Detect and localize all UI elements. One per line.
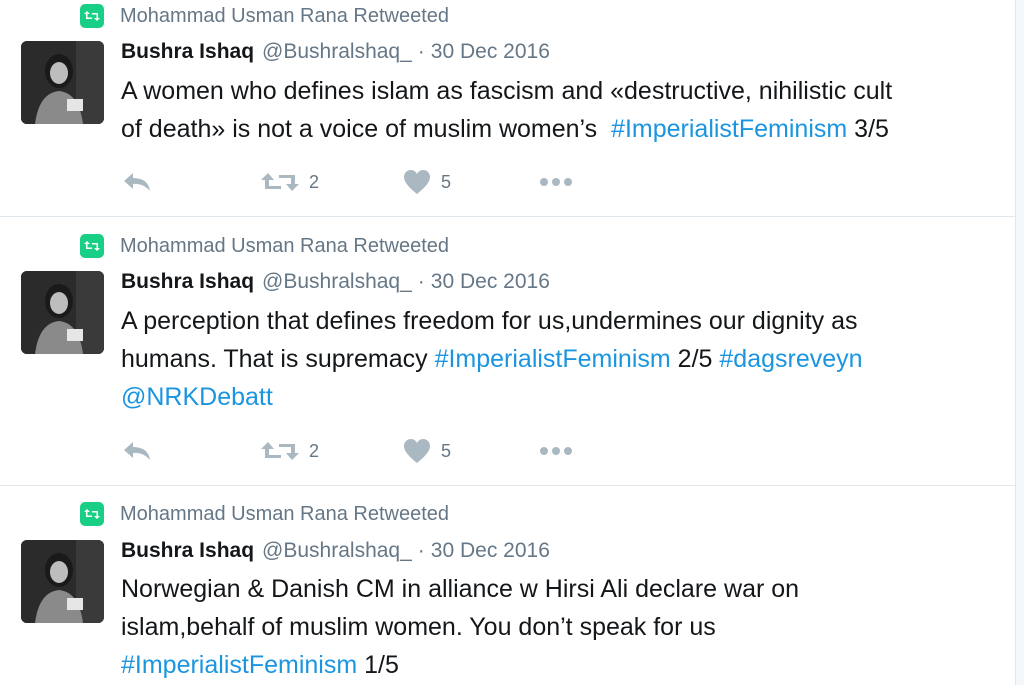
more-button[interactable] (539, 436, 573, 466)
tweet-text: A perception that defines freedom for us… (121, 302, 1001, 416)
divider (0, 216, 1015, 217)
tweet-text: A women who defines islam as fascism and… (121, 72, 1001, 148)
retweet-context: Mohammad Usman Rana Retweeted (80, 3, 449, 29)
author-name[interactable]: Bushra Ishaq (121, 270, 254, 294)
author-name[interactable]: Bushra Ishaq (121, 40, 254, 64)
more-button[interactable] (539, 167, 573, 197)
reply-button[interactable] (121, 167, 153, 197)
retweet-icon (261, 442, 299, 460)
retweet-badge-icon (80, 234, 104, 258)
like-count: 5 (441, 171, 452, 192)
reply-icon (124, 173, 150, 191)
tweet-text-line: islam,behalf of muslim women. You don’t … (121, 608, 1001, 646)
avatar[interactable] (21, 41, 104, 124)
tweet-text-line: A women who defines islam as fascism and… (121, 72, 1001, 110)
reply-button[interactable] (121, 436, 153, 466)
retweet-count: 2 (309, 171, 320, 192)
tweet-text-line: A perception that defines freedom for us… (121, 302, 1001, 340)
tweet-text-segment: A perception that defines freedom for us… (121, 307, 858, 335)
tweet-text-line: of death» is not a voice of muslim women… (121, 110, 1001, 148)
mention-link[interactable]: @NRKDebatt (121, 383, 273, 411)
tweet-text-line: @NRKDebatt (121, 378, 1001, 416)
tweet-text-line: Norwegian & Danish CM in alliance w Hirs… (121, 570, 1001, 608)
more-icon (540, 178, 572, 186)
tweet-text-line: humans. That is supremacy #ImperialistFe… (121, 340, 1001, 378)
retweet-context: Mohammad Usman Rana Retweeted (80, 501, 449, 527)
separator: · (417, 539, 425, 562)
tweet-text-segment: A women who defines islam as fascism and… (121, 77, 893, 105)
like-button[interactable]: 5 (403, 436, 451, 466)
heart-icon (404, 170, 430, 194)
retweet-button[interactable]: 2 (261, 436, 319, 466)
more-icon (540, 447, 572, 455)
tweet-header: Bushra Ishaq @Bushralshaq_ · 30 Dec 2016 (121, 40, 550, 68)
tweet-text-segment: humans. That is supremacy (121, 345, 435, 373)
divider (0, 485, 1015, 486)
tweet-date[interactable]: 30 Dec 2016 (431, 539, 550, 563)
separator: · (417, 40, 425, 63)
retweet-icon (261, 173, 299, 191)
tweet-text-segment: islam,behalf of muslim women. You don’t … (121, 613, 716, 641)
like-count: 5 (441, 440, 452, 461)
tweet-header: Bushra Ishaq @Bushralshaq_ · 30 Dec 2016 (121, 270, 550, 298)
avatar[interactable] (21, 540, 104, 623)
author-handle[interactable]: @Bushralshaq_ (262, 539, 412, 563)
tweet-date[interactable]: 30 Dec 2016 (431, 270, 550, 294)
retweet-button[interactable]: 2 (261, 167, 319, 197)
avatar[interactable] (21, 271, 104, 354)
hashtag-link[interactable]: #ImperialistFeminism (121, 651, 357, 679)
tweet-text-segment: 2/5 (670, 345, 720, 373)
retweet-badge-icon (80, 4, 104, 28)
retweet-context: Mohammad Usman Rana Retweeted (80, 233, 449, 259)
hashtag-link[interactable]: #ImperialistFeminism (435, 345, 671, 373)
reply-icon (124, 442, 150, 460)
tweet-text-segment: 1/5 (357, 651, 399, 679)
tweet-header: Bushra Ishaq @Bushralshaq_ · 30 Dec 2016 (121, 539, 550, 567)
retweeted-by-label: Mohammad Usman Rana Retweeted (120, 234, 450, 257)
author-name[interactable]: Bushra Ishaq (121, 539, 254, 563)
scroll-gutter (1016, 0, 1024, 685)
tweet-date[interactable]: 30 Dec 2016 (431, 40, 550, 64)
tweet-text-segment: Norwegian & Danish CM in alliance w Hirs… (121, 575, 800, 603)
tweet-text-segment: 3/5 (847, 115, 889, 143)
tweet-text-segment: of death» is not a voice of muslim women… (121, 115, 612, 143)
separator: · (417, 270, 425, 293)
hashtag-link[interactable]: #dagsreveyn (719, 345, 862, 373)
heart-icon (404, 439, 430, 463)
retweet-count: 2 (309, 440, 320, 461)
tweet-text-line: #ImperialistFeminism 1/5 (121, 646, 1001, 684)
hashtag-link[interactable]: #ImperialistFeminism (611, 115, 847, 143)
retweeted-by-label: Mohammad Usman Rana Retweeted (120, 502, 450, 525)
author-handle[interactable]: @Bushralshaq_ (262, 270, 412, 294)
author-handle[interactable]: @Bushralshaq_ (262, 40, 412, 64)
like-button[interactable]: 5 (403, 167, 451, 197)
retweeted-by-label: Mohammad Usman Rana Retweeted (120, 4, 450, 27)
tweet-text: Norwegian & Danish CM in alliance w Hirs… (121, 570, 1001, 684)
retweet-badge-icon (80, 502, 104, 526)
